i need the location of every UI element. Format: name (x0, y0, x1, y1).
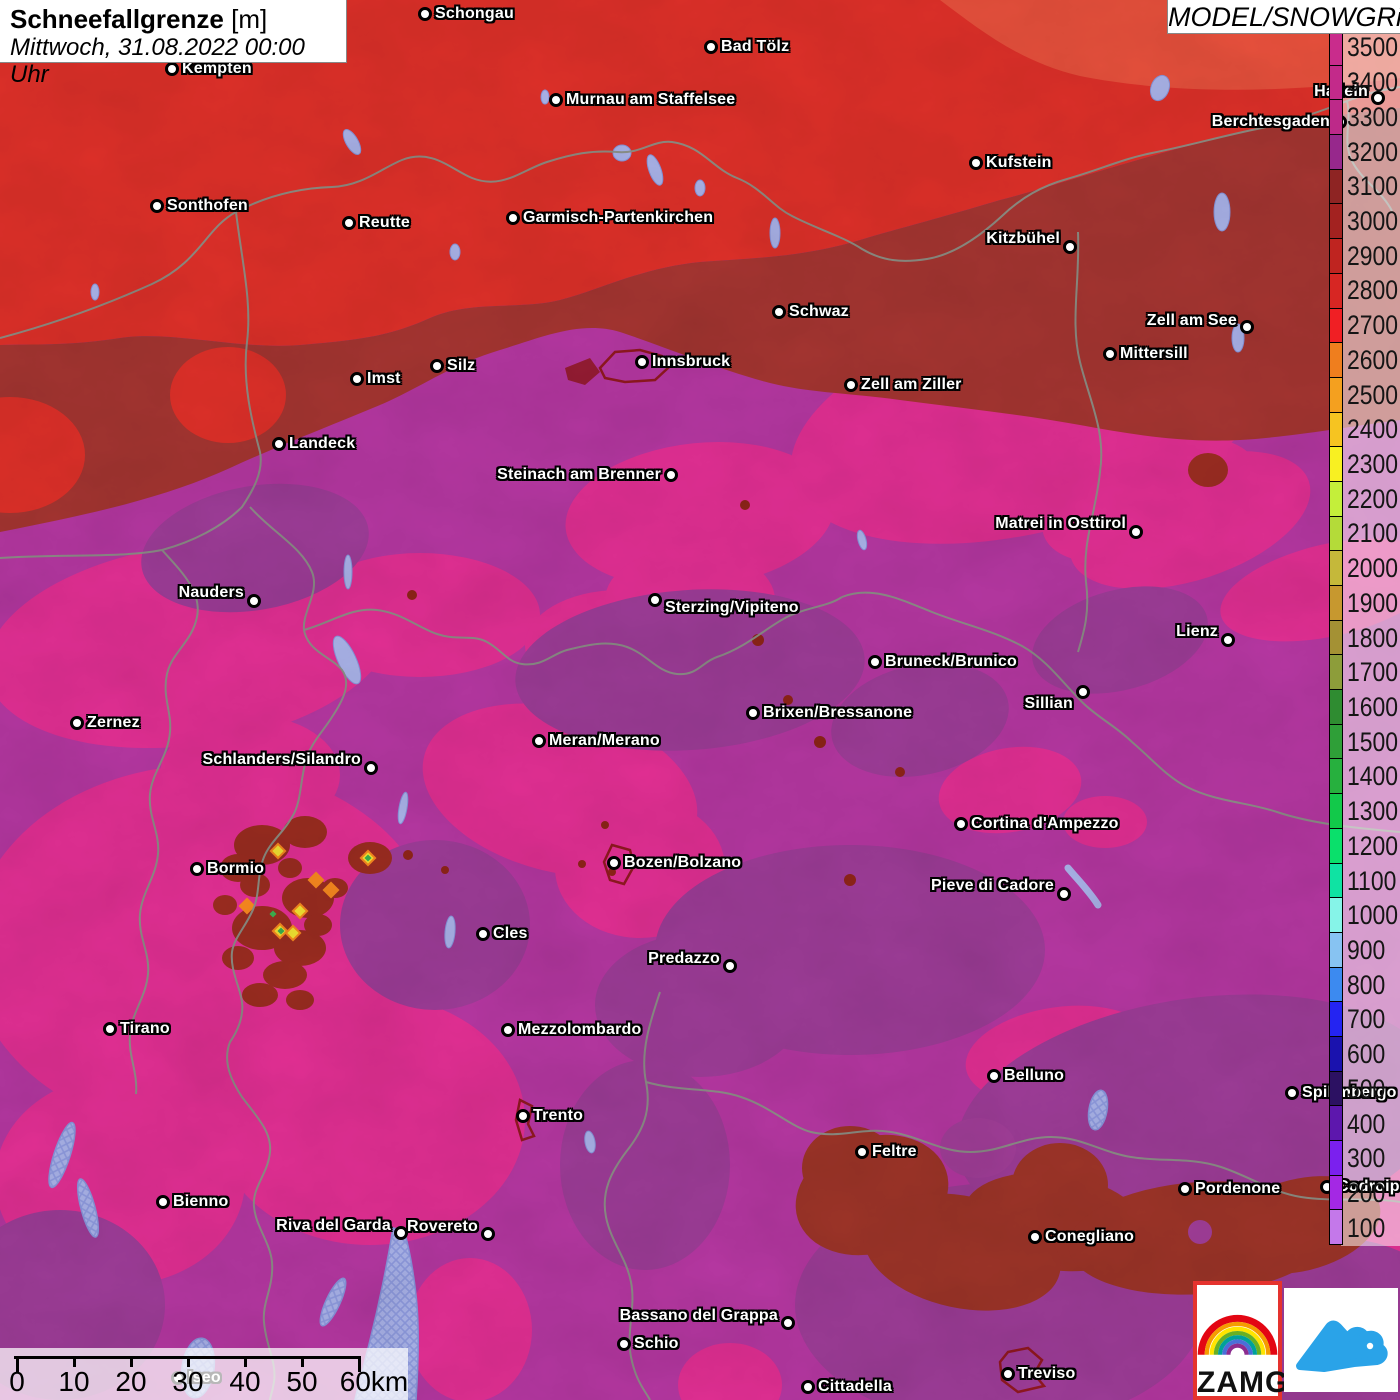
title-box: Schneefallgrenze [m] Mittwoch, 31.08.202… (0, 0, 347, 63)
colorbar-segment (1330, 1106, 1342, 1141)
scalebar-label: 60km (340, 1366, 408, 1398)
colorbar-label: 2300 (1347, 451, 1398, 477)
colorbar-segment (1330, 66, 1342, 101)
colorbar-label: 2400 (1347, 416, 1398, 442)
colorbar-label: 3300 (1347, 104, 1398, 130)
colorbar-segment (1330, 274, 1342, 309)
scalebar-label: 0 (9, 1366, 25, 1398)
colorbar-label: 400 (1347, 1111, 1385, 1137)
colorbar-segment (1330, 1176, 1342, 1211)
colorbar-segment (1330, 378, 1342, 413)
colorbar-segment (1330, 482, 1342, 517)
colorbar-label: 1200 (1347, 833, 1398, 859)
mountain-cloud-icon (1284, 1288, 1398, 1392)
title-datetime: Mittwoch, 31.08.2022 00:00 Uhr (10, 34, 336, 88)
colorbar-label: 300 (1347, 1145, 1385, 1171)
colorbar-label: 1800 (1347, 625, 1398, 651)
colorbar-segment (1330, 239, 1342, 274)
colorbar-label: 3400 (1347, 69, 1398, 95)
colorbar-label: 700 (1347, 1006, 1385, 1032)
colorbar-segment (1330, 517, 1342, 552)
colorbar-segment (1330, 933, 1342, 968)
scalebar: 0 10 20 30 40 50 60km (0, 1348, 408, 1400)
colorbar-label: 2100 (1347, 520, 1398, 546)
colorbar-label: 3500 (1347, 34, 1398, 60)
colorbar-label: 200 (1347, 1180, 1385, 1206)
colorbar-label: 3000 (1347, 208, 1398, 234)
colorbar-label: 2900 (1347, 243, 1398, 269)
colorbar-label: 500 (1347, 1076, 1385, 1102)
colorbar-segment (1330, 551, 1342, 586)
colorbar-segment (1330, 586, 1342, 621)
colorbar-segment (1330, 1002, 1342, 1037)
zamg-logo: ZAMG (1193, 1281, 1282, 1400)
colorbar-segment (1330, 31, 1342, 66)
colorbar-label: 1500 (1347, 729, 1398, 755)
colorbar-label: 2700 (1347, 312, 1398, 338)
colorbar-segment (1330, 170, 1342, 205)
zamg-rainbow-icon (1197, 1285, 1278, 1363)
title-text: Schneefallgrenze (10, 4, 224, 34)
scalebar-label: 50 (286, 1366, 317, 1398)
colorbar-label: 1600 (1347, 694, 1398, 720)
colorbar-label: 2000 (1347, 555, 1398, 581)
colorbar-segment (1330, 447, 1342, 482)
title-unit: [m] (231, 4, 267, 34)
scalebar-label: 30 (172, 1366, 203, 1398)
colorbar-label: 2200 (1347, 486, 1398, 512)
colorbar-segment (1330, 794, 1342, 829)
model-label: MODEL/SNOWGRiD (1167, 0, 1400, 34)
colorbar-segment (1330, 413, 1342, 448)
colorbar (1329, 30, 1343, 1245)
colorbar-label: 800 (1347, 972, 1385, 998)
colorbar-label: 1000 (1347, 902, 1398, 928)
colorbar-label: 100 (1347, 1215, 1385, 1241)
colorbar-label: 1400 (1347, 763, 1398, 789)
colorbar-segment (1330, 1072, 1342, 1107)
colorbar-label: 3100 (1347, 173, 1398, 199)
colorbar-segment (1330, 655, 1342, 690)
colorbar-label: 3200 (1347, 139, 1398, 165)
scalebar-label: 20 (115, 1366, 146, 1398)
colorbar-label: 2600 (1347, 347, 1398, 373)
colorbar-segment (1330, 829, 1342, 864)
colorbar-segment (1330, 1210, 1342, 1244)
colorbar-label: 1700 (1347, 659, 1398, 685)
colorbar-label: 2800 (1347, 277, 1398, 303)
colorbar-segment (1330, 1141, 1342, 1176)
scalebar-label: 40 (229, 1366, 260, 1398)
colorbar-segment (1330, 135, 1342, 170)
page-title: Schneefallgrenze [m] (10, 4, 336, 34)
colorbar-segment (1330, 898, 1342, 933)
colorbar-segment (1330, 968, 1342, 1003)
scalebar-label: 10 (58, 1366, 89, 1398)
colorbar-segment (1330, 690, 1342, 725)
colorbar-segment (1330, 725, 1342, 760)
colorbar-segment (1330, 100, 1342, 135)
colorbar-label: 1100 (1347, 868, 1396, 894)
colorbar-segment (1330, 864, 1342, 899)
colorbar-label: 900 (1347, 937, 1385, 963)
colorbar-segment (1330, 1037, 1342, 1072)
map-canvas (0, 0, 1400, 1400)
map-root: SchongauBad TölzKemptenMurnau am Staffel… (0, 0, 1400, 1400)
colorbar-segment (1330, 204, 1342, 239)
zamg-logo-text: ZAMG (1197, 1368, 1278, 1398)
colorbar-label: 2500 (1347, 382, 1398, 408)
colorbar-label: 600 (1347, 1041, 1385, 1067)
colorbar-segment (1330, 343, 1342, 378)
colorbar-segment (1330, 309, 1342, 344)
blue-mountain-logo (1284, 1288, 1398, 1392)
colorbar-label: 1300 (1347, 798, 1398, 824)
colorbar-segment (1330, 759, 1342, 794)
colorbar-segment (1330, 621, 1342, 656)
colorbar-label: 1900 (1347, 590, 1398, 616)
